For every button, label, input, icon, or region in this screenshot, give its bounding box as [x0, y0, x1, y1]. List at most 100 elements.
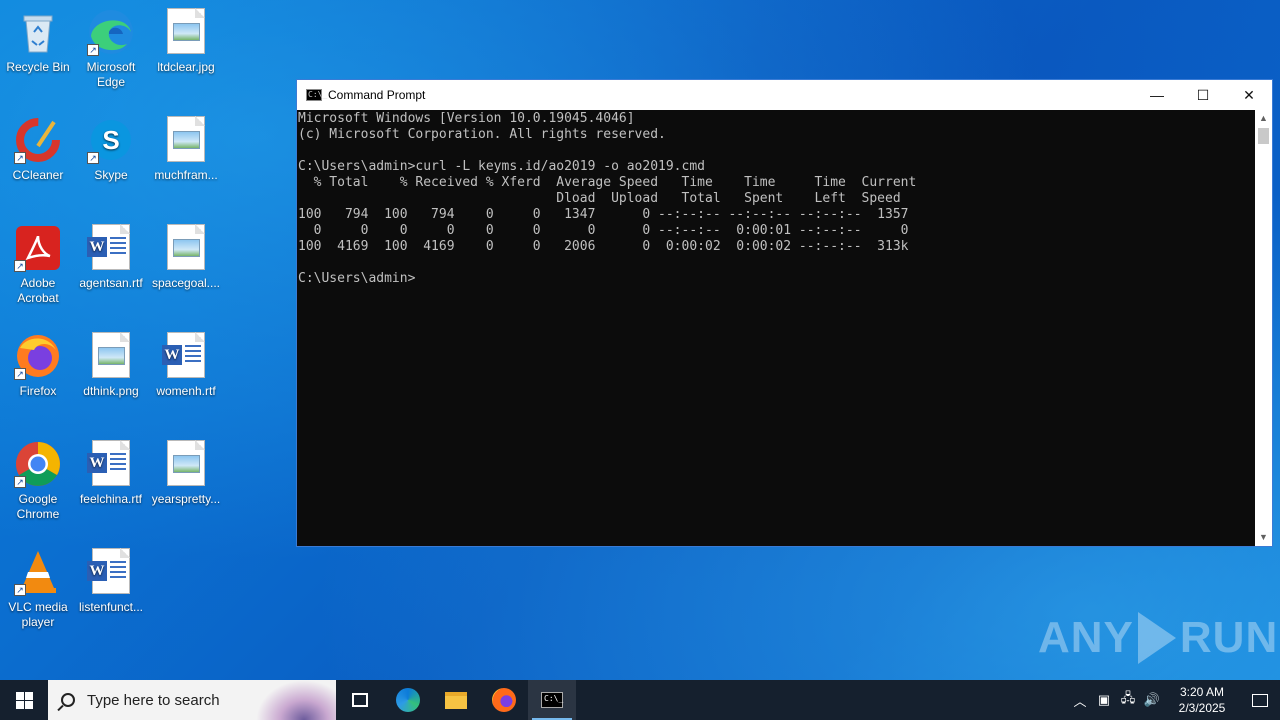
taskbar-cmd-button[interactable]: C:\_: [528, 680, 576, 720]
clock-date: 2/3/2025: [1178, 701, 1226, 715]
desktop-icon-microsoft-edge[interactable]: ↗ Microsoft Edge: [73, 8, 149, 90]
desktop-icon-label: spacegoal....: [151, 276, 221, 290]
edge-icon: ↗: [87, 8, 135, 56]
image-file-icon: [87, 332, 135, 380]
desktop-icon-recycle-bin[interactable]: Recycle Bin: [0, 8, 76, 75]
clock[interactable]: 3:20 AM 2/3/2025: [1164, 684, 1240, 716]
console-output[interactable]: Microsoft Windows [Version 10.0.19045.40…: [297, 110, 1255, 546]
minimize-button[interactable]: —: [1134, 80, 1180, 110]
console-prompt[interactable]: C:\Users\admin>: [298, 271, 1255, 287]
edge-icon: [396, 688, 420, 712]
console-line: Microsoft Windows [Version 10.0.19045.40…: [298, 111, 635, 126]
watermark-text-right: RUN: [1179, 613, 1279, 662]
taskbar-search-box[interactable]: Type here to search: [48, 680, 336, 720]
desktop-icon-ltdclear-jpg[interactable]: ltdclear.jpg: [148, 8, 224, 75]
desktop-icon-skype[interactable]: S ↗ Skype: [73, 116, 149, 183]
command-prompt-window[interactable]: C:\_ Command Prompt — ☐ ✕ Microsoft Wind…: [296, 79, 1273, 547]
scrollbar-thumb[interactable]: [1258, 128, 1269, 144]
windows-logo-icon: [15, 691, 33, 709]
desktop-icon-agentsan-rtf[interactable]: W agentsan.rtf: [73, 224, 149, 291]
shortcut-arrow-icon: ↗: [14, 476, 26, 488]
shortcut-arrow-icon: ↗: [87, 152, 99, 164]
cmd-icon: C:\_: [541, 692, 563, 708]
skype-icon: S ↗: [87, 116, 135, 164]
desktop-icon-label: Adobe Acrobat: [17, 276, 59, 305]
word-doc-icon: W: [87, 224, 135, 272]
notification-button[interactable]: [1240, 693, 1280, 707]
desktop-icon-vlc[interactable]: ↗ VLC media player: [0, 548, 76, 630]
taskbar-firefox-button[interactable]: [480, 680, 528, 720]
folder-icon: [445, 691, 467, 709]
ccleaner-icon: ↗: [14, 116, 62, 164]
desktop-icon-label: Recycle Bin: [6, 60, 70, 74]
maximize-button[interactable]: ☐: [1180, 80, 1226, 110]
console-line: 100 794 100 794 0 0 1347 0 --:--:-- --:-…: [298, 207, 909, 222]
desktop-icon-womenh-rtf[interactable]: W womenh.rtf: [148, 332, 224, 399]
chrome-icon: ↗: [14, 440, 62, 488]
recycle-bin-icon: [14, 8, 62, 56]
image-file-icon: [162, 440, 210, 488]
word-doc-icon: W: [162, 332, 210, 380]
taskbar: Type here to search C:\_ ︿ ▣ 🖧 🔊 3:20 AM…: [0, 680, 1280, 720]
vertical-scrollbar[interactable]: ▲ ▼: [1255, 110, 1272, 546]
svg-text:S: S: [102, 125, 119, 155]
volume-icon[interactable]: 🔊: [1140, 692, 1164, 708]
desktop-icon-label: yearspretty...: [151, 492, 221, 506]
word-doc-icon: W: [87, 440, 135, 488]
desktop-icon-yearspretty[interactable]: yearspretty...: [148, 440, 224, 507]
desktop-icon-label: Firefox: [19, 384, 57, 398]
firefox-icon: [492, 688, 516, 712]
search-highlight-image: [256, 680, 336, 720]
shortcut-arrow-icon: ↗: [14, 368, 26, 380]
window-title: Command Prompt: [328, 88, 426, 102]
start-button[interactable]: [0, 680, 48, 720]
console-line: Dload Upload Total Spent Left Speed: [298, 191, 901, 206]
desktop-icon-spacegoal[interactable]: spacegoal....: [148, 224, 224, 291]
taskbar-file-explorer-button[interactable]: [432, 680, 480, 720]
desktop-icon-google-chrome[interactable]: ↗ Google Chrome: [0, 440, 76, 522]
meet-now-icon[interactable]: ▣: [1092, 692, 1116, 708]
taskbar-edge-button[interactable]: [384, 680, 432, 720]
desktop-icon-label: ltdclear.jpg: [157, 60, 215, 74]
scroll-up-arrow-icon[interactable]: ▲: [1255, 110, 1272, 127]
acrobat-icon: ↗: [14, 224, 62, 272]
image-file-icon: [162, 116, 210, 164]
console-line: 0 0 0 0 0 0 0 0 --:--:-- 0:00:01 --:--:-…: [298, 223, 909, 238]
desktop-icon-adobe-acrobat[interactable]: ↗ Adobe Acrobat: [0, 224, 76, 306]
window-titlebar[interactable]: C:\_ Command Prompt — ☐ ✕: [297, 80, 1272, 110]
system-tray: ︿ ▣ 🖧 🔊 3:20 AM 2/3/2025: [1068, 680, 1280, 720]
desktop-icon-muchfram[interactable]: muchfram...: [148, 116, 224, 183]
desktop-icon-label: Microsoft Edge: [86, 60, 136, 89]
desktop-icon-firefox[interactable]: ↗ Firefox: [0, 332, 76, 399]
desktop-icon-label: Skype: [94, 168, 128, 182]
console-line: (c) Microsoft Corporation. All rights re…: [298, 127, 666, 142]
close-button[interactable]: ✕: [1226, 80, 1272, 110]
desktop-icon-label: agentsan.rtf: [79, 276, 143, 290]
play-logo-icon: [1137, 612, 1176, 664]
shortcut-arrow-icon: ↗: [87, 44, 99, 56]
image-file-icon: [162, 224, 210, 272]
scroll-down-arrow-icon[interactable]: ▼: [1255, 529, 1272, 546]
task-view-button[interactable]: [336, 680, 384, 720]
desktop-icon-feelchina-rtf[interactable]: W feelchina.rtf: [73, 440, 149, 507]
desktop-icon-label: Google Chrome: [16, 492, 60, 521]
desktop-icon-label: dthink.png: [83, 384, 139, 398]
watermark-text-left: ANY: [1038, 613, 1134, 662]
desktop-icon-dthink-png[interactable]: dthink.png: [73, 332, 149, 399]
task-view-icon: [352, 693, 368, 707]
desktop-icon-ccleaner[interactable]: ↗ CCleaner: [0, 116, 76, 183]
shortcut-arrow-icon: ↗: [14, 152, 26, 164]
word-doc-icon: W: [87, 548, 135, 596]
console-line: % Total % Received % Xferd Average Speed…: [298, 175, 917, 190]
chevron-up-icon[interactable]: ︿: [1068, 691, 1092, 710]
shortcut-arrow-icon: ↗: [14, 584, 26, 596]
desktop-icon-listenfunct[interactable]: W listenfunct...: [73, 548, 149, 615]
console-line: 100 4169 100 4169 0 0 2006 0 0:00:02 0:0…: [298, 239, 909, 254]
desktop-icon-label: feelchina.rtf: [79, 492, 143, 506]
cmd-app-icon: C:\_: [306, 89, 328, 101]
network-icon[interactable]: 🖧: [1116, 689, 1140, 711]
desktop-icon-label: womenh.rtf: [156, 384, 216, 398]
search-icon: [61, 693, 75, 707]
